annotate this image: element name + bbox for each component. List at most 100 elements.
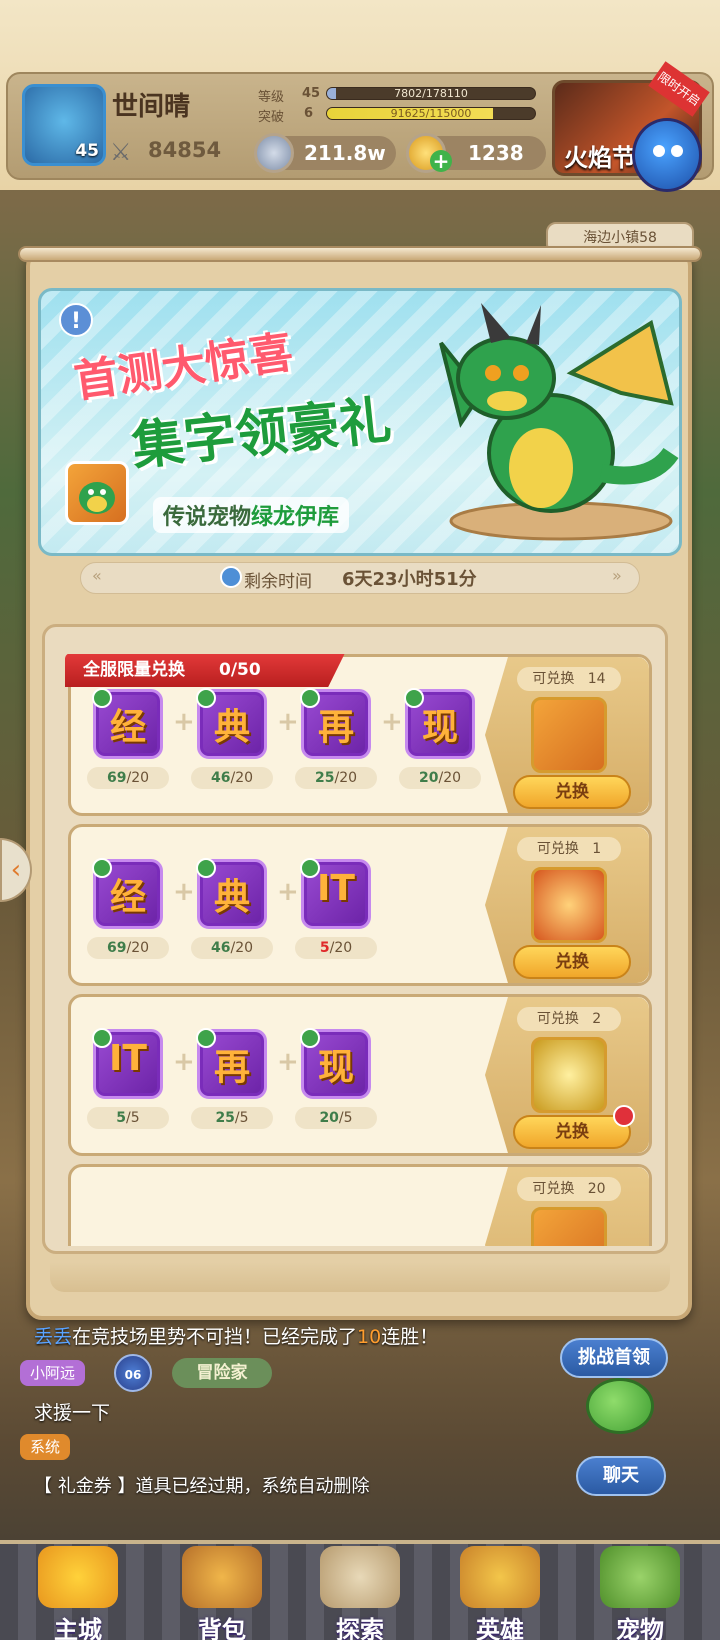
nav-label-hero: 英雄 xyxy=(476,1616,524,1640)
nav-backpack[interactable]: 背包 xyxy=(162,1546,282,1640)
word-card-tile[interactable]: 经 xyxy=(92,688,163,759)
word-card-tile[interactable]: 典 xyxy=(196,688,267,759)
chat-button[interactable]: 聊天 xyxy=(576,1456,666,1496)
player-name: 世间晴 xyxy=(112,92,191,122)
word-card-tile[interactable]: 再 xyxy=(300,688,371,759)
alarm-clock-icon xyxy=(220,566,242,588)
word-char: 经 xyxy=(109,707,146,748)
green-dragon-illustration xyxy=(439,303,679,541)
nav-main-city[interactable]: 主城 xyxy=(18,1546,138,1640)
plus-icon: + xyxy=(173,707,195,737)
word-card-tile[interactable]: 典 xyxy=(196,858,267,929)
orange-crystal-reward-icon[interactable] xyxy=(531,867,607,943)
required-count: 5 xyxy=(239,1110,249,1126)
plus-icon: + xyxy=(173,877,195,907)
owned-count: 25 xyxy=(215,1110,235,1126)
required-count: 20 xyxy=(443,770,462,786)
owned-count: 25 xyxy=(314,770,335,786)
system-tag: 系统 xyxy=(20,1434,71,1460)
silver-coin-icon xyxy=(254,133,294,173)
chat-text-tail: 连胜！ xyxy=(381,1326,439,1348)
owned-count: 69 xyxy=(106,770,127,786)
word-card-tile[interactable]: 再 xyxy=(196,1028,267,1099)
exchange-card: 经 69/20 + 典 46/20 + IT 5/20 可兑换 1 兑换 xyxy=(68,824,652,986)
owned-count: 5 xyxy=(319,940,330,956)
exchange-button[interactable]: 兑换 xyxy=(513,775,631,809)
word-char: 再 xyxy=(317,707,354,748)
word-card-tile[interactable]: 经 xyxy=(92,858,163,929)
gold-card-reward-icon[interactable] xyxy=(531,1037,607,1113)
word-count: 69/20 xyxy=(87,937,169,959)
mascot-eye-left xyxy=(653,145,665,157)
word-count: 20/20 xyxy=(399,767,481,789)
card-reward-icon[interactable] xyxy=(531,1207,607,1246)
chat-bubble-icon[interactable] xyxy=(586,1378,654,1434)
add-gold-icon[interactable]: + xyxy=(430,150,452,172)
owned-count: 5 xyxy=(116,1110,127,1126)
chat-user-name[interactable]: 丢丢 xyxy=(34,1326,72,1348)
pet-name: 绿龙伊库 xyxy=(251,505,340,530)
word-count: 5/20 xyxy=(295,937,377,959)
exchange-list[interactable]: 全服限量兑换 0/50 经 69/20 + 典 46/20 + 再 25/20 + 现 20/20 可兑换… xyxy=(60,654,664,1246)
chat-user-tag[interactable]: 小阿远 xyxy=(20,1360,86,1386)
word-count: 46/20 xyxy=(191,767,273,789)
can-exchange-count: 2 xyxy=(592,1011,602,1027)
can-exchange-count: 1 xyxy=(592,841,602,857)
nav-pet[interactable]: 宠物 xyxy=(580,1546,700,1640)
exchange-button[interactable]: 兑换 xyxy=(513,945,631,979)
panel-footer-decoration xyxy=(50,1262,670,1292)
word-card-tile[interactable]: 现 xyxy=(404,688,475,759)
nav-explore[interactable]: 探索 xyxy=(300,1546,420,1640)
avatar-level: 45 xyxy=(75,141,99,161)
chat-message-3: 【 礼金券 】道具已经过期，系统自动删除 xyxy=(34,1476,370,1497)
breakthrough-exp-bar: 91625/115000 xyxy=(326,107,536,120)
mascot-eye-right xyxy=(671,145,683,157)
plus-icon: + xyxy=(277,707,299,737)
nav-label-pet: 宠物 xyxy=(616,1616,664,1640)
server-limit-banner: 全服限量兑换 0/50 xyxy=(65,654,345,687)
breakthrough-value: 6 xyxy=(304,106,314,121)
can-exchange-badge: 可兑换 2 xyxy=(517,1007,621,1031)
event-banner: ! 首测大惊喜 集字领豪礼 传说宠物绿龙伊库 xyxy=(38,288,682,556)
win-streak-number: 10 xyxy=(357,1326,382,1348)
word-count: 20/5 xyxy=(295,1107,377,1129)
exchange-card: 可兑换 20兑换 xyxy=(68,1164,652,1246)
legendary-pet-caption: 传说宠物绿龙伊库 xyxy=(153,497,350,533)
chat-message-1: 丢丢在竞技场里势不可挡！已经完成了10连胜！ xyxy=(34,1322,438,1349)
word-count: 25/5 xyxy=(191,1107,273,1129)
notification-dot-icon xyxy=(613,1105,635,1127)
can-exchange-badge: 可兑换 14 xyxy=(517,667,621,691)
word-count: 69/20 xyxy=(87,767,169,789)
word-char: 经 xyxy=(109,877,146,918)
right-chevron-icon: » xyxy=(612,566,622,585)
pet-icon xyxy=(600,1546,680,1608)
exchange-card: 全服限量兑换 0/50 经 69/20 + 典 46/20 + 再 25/20 + 现 20/20 可兑换… xyxy=(65,654,652,816)
word-char: 典 xyxy=(213,707,250,748)
map-scroll-icon xyxy=(320,1546,400,1608)
breakthrough-label: 突破 xyxy=(258,110,285,125)
player-avatar[interactable]: 45 xyxy=(22,84,106,166)
nav-label-backpack: 背包 xyxy=(198,1616,246,1640)
required-count: 20 xyxy=(131,770,150,786)
can-exchange-count: 14 xyxy=(587,671,606,687)
mascot-icon[interactable] xyxy=(632,118,702,192)
can-exchange-label: 可兑换 xyxy=(532,1181,575,1197)
word-card-tile[interactable]: IT xyxy=(300,858,371,929)
plus-icon: + xyxy=(381,707,403,737)
chat-text: 在竞技场里势不可挡！已经完成了 xyxy=(72,1326,358,1348)
hero-portrait-icon xyxy=(460,1546,540,1608)
green-dragon-reward-icon[interactable] xyxy=(531,697,607,773)
word-card-tile[interactable]: 现 xyxy=(300,1028,371,1099)
can-exchange-label: 可兑换 xyxy=(536,841,579,857)
level-label: 等级 xyxy=(258,90,285,105)
can-exchange-label: 可兑换 xyxy=(532,671,575,687)
info-icon[interactable]: ! xyxy=(59,303,93,337)
owned-count: 46 xyxy=(210,770,231,786)
can-exchange-badge: 可兑换 20 xyxy=(517,1177,621,1201)
fish-bone-icon xyxy=(38,1546,118,1608)
owned-count: 20 xyxy=(418,770,439,786)
challenge-boss-button[interactable]: 挑战首领 xyxy=(560,1338,668,1378)
word-card-tile[interactable]: IT xyxy=(92,1028,163,1099)
nav-hero[interactable]: 英雄 xyxy=(440,1546,560,1640)
required-count: 5 xyxy=(343,1110,353,1126)
